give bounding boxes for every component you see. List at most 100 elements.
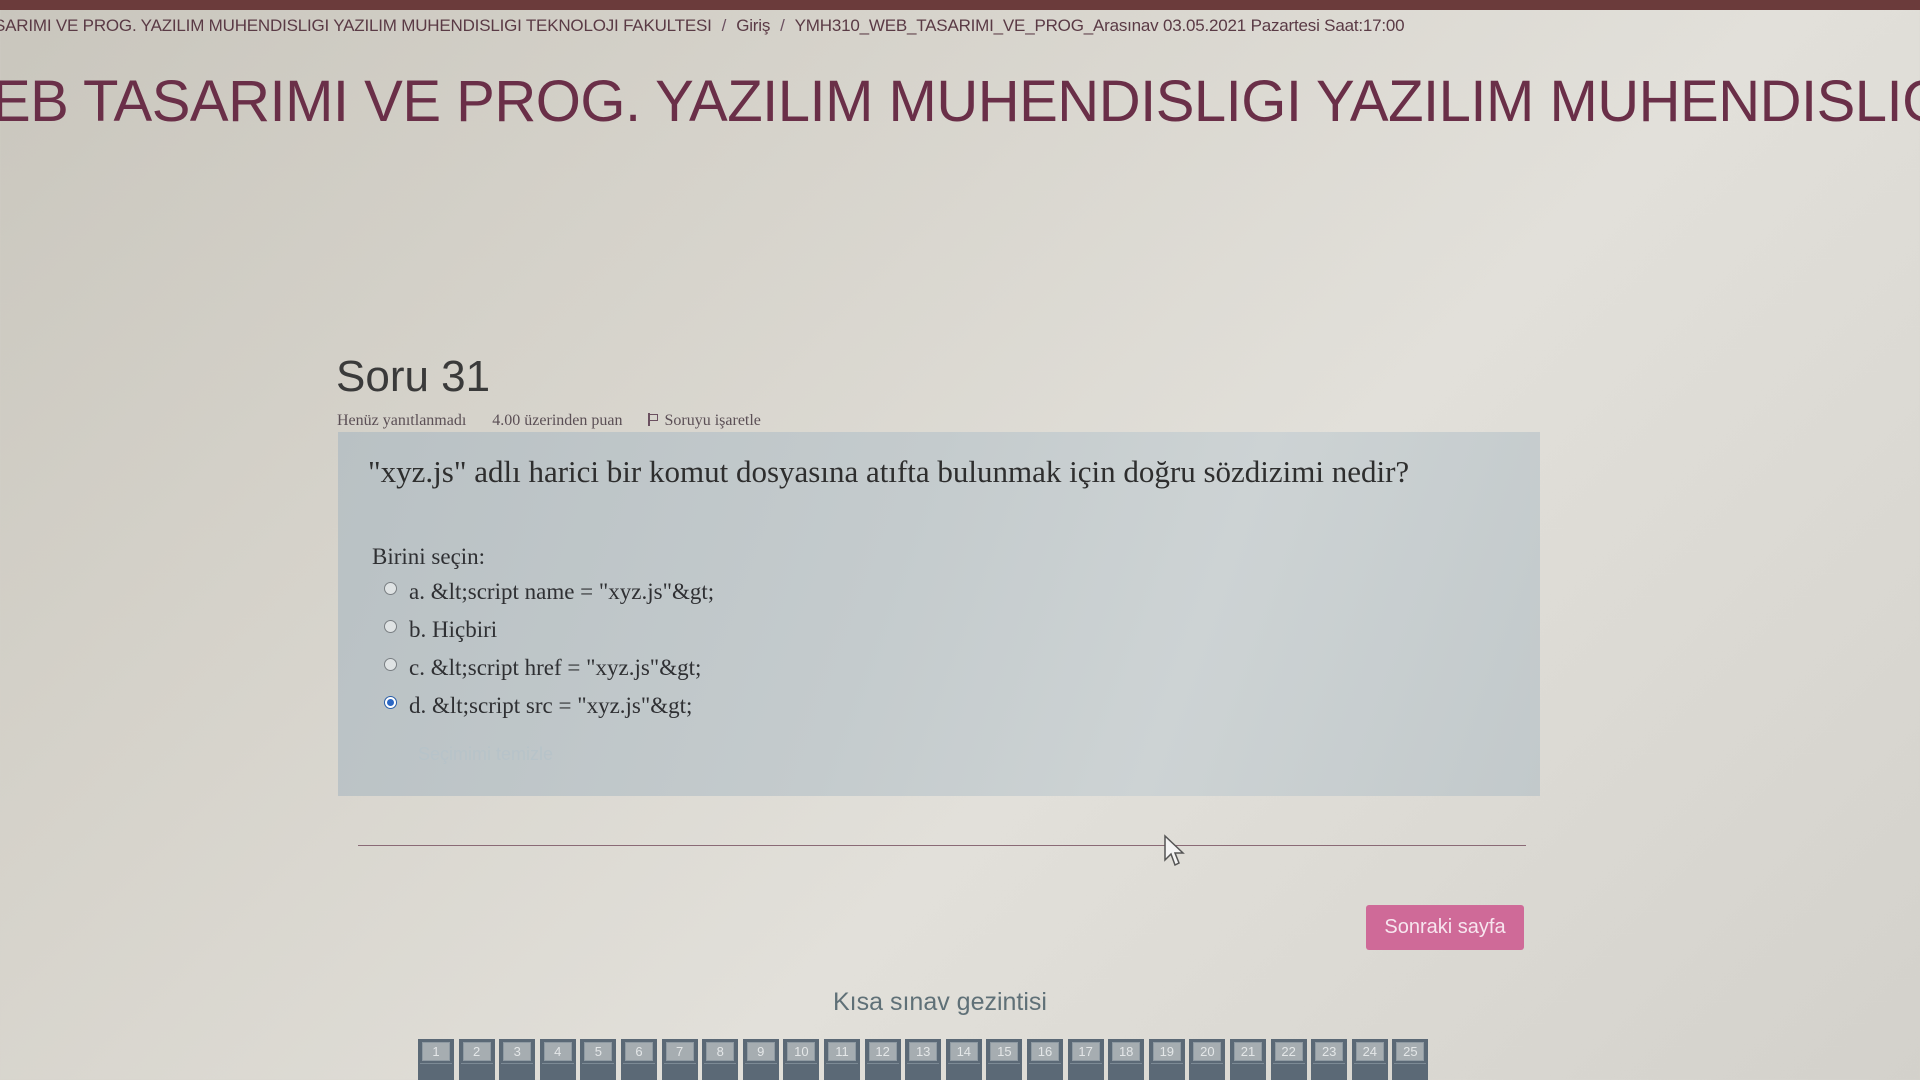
quiz-nav-page-17[interactable]: 17 bbox=[1067, 1039, 1104, 1080]
quiz-nav-number: 17 bbox=[1071, 1042, 1100, 1061]
quiz-nav-page-11[interactable]: 11 bbox=[824, 1039, 860, 1080]
quiz-nav-number: 23 bbox=[1315, 1042, 1344, 1061]
quiz-nav-number: 19 bbox=[1152, 1042, 1181, 1061]
radio-a[interactable] bbox=[384, 582, 397, 595]
quiz-nav-page-24[interactable]: 24 bbox=[1351, 1039, 1388, 1080]
flag-question-link[interactable]: Soruyu işaretle bbox=[648, 412, 782, 429]
radio-c[interactable] bbox=[384, 658, 397, 671]
next-page-button[interactable]: Sonraki sayfa bbox=[1366, 905, 1524, 950]
nav-underline bbox=[1110, 1063, 1143, 1064]
nav-underline bbox=[1191, 1063, 1224, 1064]
nav-underline bbox=[1150, 1063, 1183, 1064]
quiz-nav-page-18[interactable]: 18 bbox=[1108, 1039, 1145, 1080]
quiz-nav-page-19[interactable]: 19 bbox=[1148, 1039, 1185, 1080]
answer-option-label: c. &lt;script href = "xyz.js"&gt; bbox=[409, 655, 702, 680]
quiz-nav-page-10[interactable]: 10 bbox=[783, 1039, 820, 1080]
quiz-nav-page-21[interactable]: 21 bbox=[1230, 1039, 1266, 1080]
quiz-nav-number: 6 bbox=[625, 1042, 653, 1061]
quiz-nav-page-1[interactable]: 1 bbox=[418, 1039, 454, 1080]
nav-underline bbox=[1272, 1063, 1305, 1064]
quiz-nav-number: 13 bbox=[909, 1042, 938, 1061]
quiz-nav-page-22[interactable]: 22 bbox=[1270, 1039, 1307, 1080]
nav-underline bbox=[1232, 1063, 1264, 1064]
quiz-nav-page-4[interactable]: 4 bbox=[539, 1039, 576, 1080]
quiz-nav-number: 5 bbox=[584, 1042, 613, 1061]
quiz-nav-page-23[interactable]: 23 bbox=[1311, 1039, 1348, 1080]
answer-option-c[interactable]: c. &lt;script href = "xyz.js"&gt; bbox=[384, 655, 701, 681]
divider bbox=[358, 845, 1526, 846]
quiz-nav-number: 16 bbox=[1031, 1042, 1059, 1061]
quiz-nav-number: 15 bbox=[990, 1042, 1019, 1061]
quiz-nav-page-25[interactable]: 25 bbox=[1392, 1039, 1429, 1080]
quiz-nav-number: 1 bbox=[422, 1042, 450, 1061]
quiz-nav-page-2[interactable]: 2 bbox=[458, 1039, 495, 1080]
quiz-nav-number: 20 bbox=[1193, 1042, 1222, 1061]
clear-selection-link[interactable]: Seçimimi temizle bbox=[418, 744, 553, 765]
nav-underline bbox=[704, 1063, 737, 1064]
nav-underline bbox=[866, 1063, 899, 1064]
question-box: "xyz.js" adlı harici bir komut dosyasına… bbox=[338, 432, 1540, 796]
quiz-nav-number: 22 bbox=[1274, 1042, 1303, 1061]
nav-underline bbox=[1353, 1063, 1386, 1064]
breadcrumb-quiz[interactable]: YMH310_WEB_TASARIMI_VE_PROG_Arasınav 03.… bbox=[795, 16, 1405, 36]
breadcrumb-course[interactable]: SARIMI VE PROG. YAZILIM MUHENDISLIGI YAZ… bbox=[0, 16, 712, 36]
flag-icon bbox=[648, 413, 658, 426]
nav-underline bbox=[907, 1063, 940, 1064]
answer-option-b[interactable]: b. Hiçbiri bbox=[384, 617, 497, 643]
nav-underline bbox=[826, 1063, 858, 1064]
quiz-nav-number: 8 bbox=[706, 1042, 735, 1061]
quiz-navigation-title: Kısa sınav gezintisi bbox=[833, 988, 1047, 1016]
quiz-nav-page-3[interactable]: 3 bbox=[499, 1039, 536, 1080]
quiz-nav-number: 11 bbox=[828, 1042, 856, 1061]
breadcrumb: SARIMI VE PROG. YAZILIM MUHENDISLIGI YAZ… bbox=[0, 16, 1920, 38]
quiz-nav-number: 9 bbox=[746, 1042, 775, 1061]
answer-option-d[interactable]: d. &lt;script src = "xyz.js"&gt; bbox=[384, 693, 692, 719]
quiz-nav-page-5[interactable]: 5 bbox=[580, 1039, 617, 1080]
question-status: Henüz yanıtlanmadı bbox=[337, 412, 467, 429]
quiz-nav-page-8[interactable]: 8 bbox=[702, 1039, 739, 1080]
quiz-nav-page-13[interactable]: 13 bbox=[905, 1039, 942, 1080]
quiz-nav-page-12[interactable]: 12 bbox=[864, 1039, 901, 1080]
quiz-nav-number: 21 bbox=[1234, 1042, 1262, 1061]
question-meta: Henüz yanıtlanmadı 4.00 üzerinden puan S… bbox=[337, 412, 805, 430]
nav-underline bbox=[420, 1063, 452, 1064]
nav-underline bbox=[785, 1063, 818, 1064]
breadcrumb-separator: / bbox=[780, 16, 785, 35]
answer-option-a[interactable]: a. &lt;script name = "xyz.js"&gt; bbox=[384, 579, 714, 605]
question-points: 4.00 üzerinden puan bbox=[492, 412, 623, 429]
quiz-nav-page-20[interactable]: 20 bbox=[1189, 1039, 1226, 1080]
nav-underline bbox=[582, 1063, 615, 1064]
top-bar bbox=[0, 0, 1920, 10]
nav-underline bbox=[623, 1063, 655, 1064]
quiz-nav-number: 18 bbox=[1112, 1042, 1141, 1061]
nav-underline bbox=[663, 1063, 696, 1064]
nav-underline bbox=[541, 1063, 574, 1064]
nav-underline bbox=[1029, 1063, 1061, 1064]
quiz-nav-page-6[interactable]: 6 bbox=[621, 1039, 657, 1080]
quiz-nav-number: 25 bbox=[1396, 1042, 1425, 1061]
radio-b[interactable] bbox=[384, 620, 397, 633]
quiz-nav-page-16[interactable]: 16 bbox=[1027, 1039, 1063, 1080]
flag-question-label: Soruyu işaretle bbox=[664, 412, 761, 429]
mouse-cursor-icon bbox=[1164, 834, 1185, 867]
question-text: "xyz.js" adlı harici bir komut dosyasına… bbox=[368, 454, 1410, 489]
nav-underline bbox=[1394, 1063, 1427, 1064]
quiz-nav-page-15[interactable]: 15 bbox=[986, 1039, 1023, 1080]
quiz-nav-number: 3 bbox=[503, 1042, 532, 1061]
quiz-nav-number: 24 bbox=[1355, 1042, 1384, 1061]
quiz-nav-number: 2 bbox=[462, 1042, 491, 1061]
breadcrumb-separator: / bbox=[721, 16, 727, 35]
quiz-nav-number: 10 bbox=[787, 1042, 816, 1061]
nav-underline bbox=[501, 1063, 534, 1064]
breadcrumb-home[interactable]: Giriş bbox=[736, 16, 770, 36]
quiz-nav-number: 12 bbox=[868, 1042, 897, 1061]
radio-d[interactable] bbox=[384, 696, 397, 709]
quiz-nav-page-14[interactable]: 14 bbox=[945, 1039, 982, 1080]
nav-underline bbox=[988, 1063, 1021, 1064]
choose-label: Birini seçin: bbox=[372, 544, 486, 569]
quiz-nav-page-9[interactable]: 9 bbox=[742, 1039, 779, 1080]
nav-underline bbox=[1069, 1063, 1102, 1064]
quiz-nav-page-7[interactable]: 7 bbox=[661, 1039, 698, 1080]
nav-underline bbox=[1313, 1063, 1346, 1064]
quiz-nav-number: 4 bbox=[543, 1042, 572, 1061]
